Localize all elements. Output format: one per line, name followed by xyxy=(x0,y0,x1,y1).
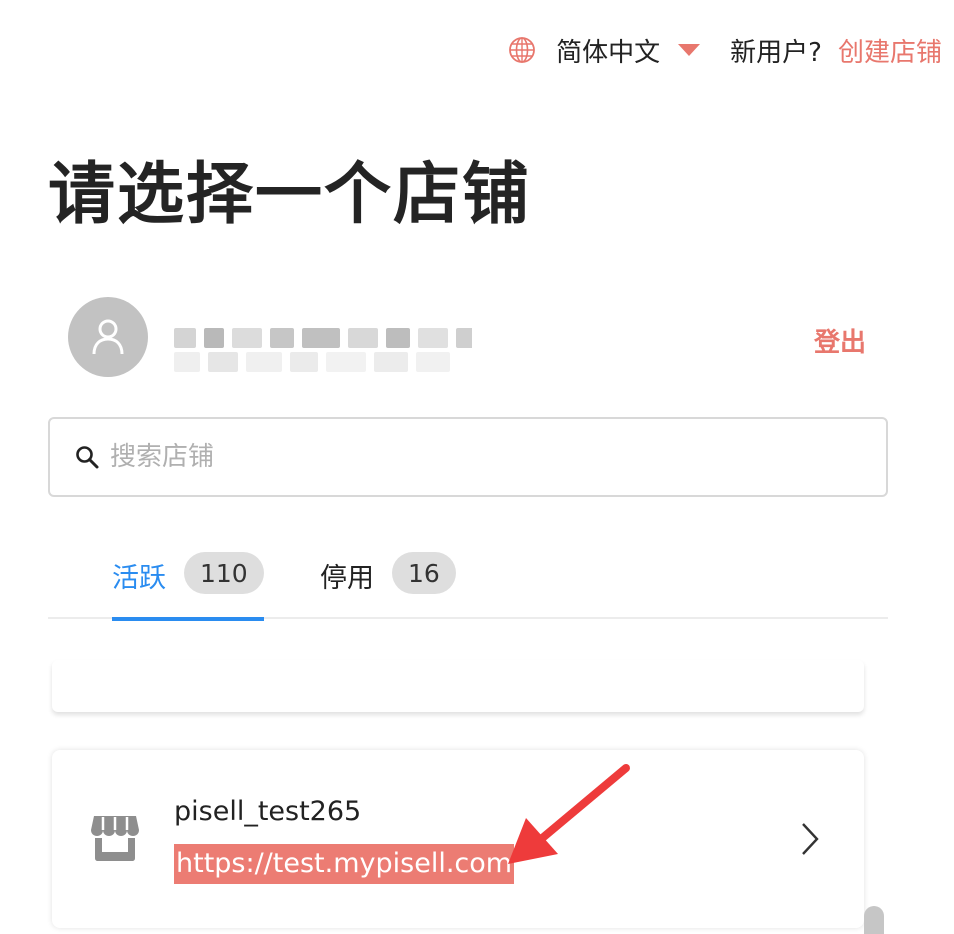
tab-active-label: 活跃 xyxy=(112,563,166,594)
store-url: https://test.mypisell.com xyxy=(174,844,515,884)
tab-disabled-count: 16 xyxy=(392,552,456,594)
top-bar: 简体中文 新用户? 创建店铺 xyxy=(506,24,942,76)
store-selection-page: 简体中文 新用户? 创建店铺 请选择一个店铺 登出 搜索店铺 活跃 110 停用… xyxy=(0,0,954,934)
search-icon xyxy=(76,446,99,469)
store-card[interactable]: pisell_test265 https://test.mypisell.com xyxy=(52,750,864,928)
scrollbar-thumb[interactable] xyxy=(864,906,884,934)
tab-disabled-label: 停用 xyxy=(320,563,374,594)
page-title: 请选择一个店铺 xyxy=(48,155,531,233)
logout-button[interactable]: 登出 xyxy=(814,322,866,359)
tab-active[interactable]: 活跃 110 xyxy=(112,544,264,621)
active-tab-indicator xyxy=(112,617,264,621)
user-email-blurred xyxy=(160,290,472,400)
caret-down-icon[interactable] xyxy=(678,44,701,56)
language-selector[interactable]: 简体中文 xyxy=(556,32,660,69)
store-icon xyxy=(91,816,139,861)
search-box[interactable] xyxy=(48,417,888,497)
store-name: pisell_test265 xyxy=(174,796,362,827)
tab-disabled[interactable]: 停用 16 xyxy=(320,544,456,619)
user-icon xyxy=(92,319,124,355)
store-card-previous[interactable] xyxy=(52,660,864,712)
chevron-right-icon xyxy=(802,823,819,855)
globe-icon[interactable] xyxy=(506,34,538,66)
avatar xyxy=(68,297,148,377)
create-store-link[interactable]: 创建店铺 xyxy=(838,32,942,69)
search-input[interactable] xyxy=(110,442,810,472)
new-user-text: 新用户? xyxy=(730,37,822,68)
status-tabs: 活跃 110 停用 16 xyxy=(48,544,888,621)
tab-active-count: 110 xyxy=(184,552,264,594)
